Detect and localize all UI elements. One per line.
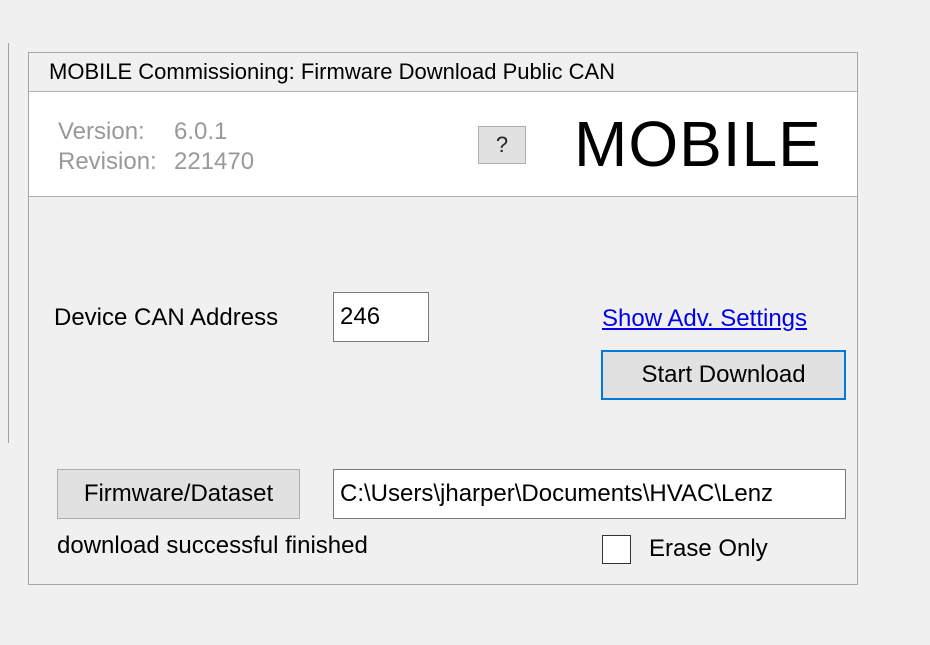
firmware-path-input[interactable] (333, 469, 846, 519)
erase-only-label[interactable]: Erase Only (649, 534, 768, 564)
can-address-input[interactable] (333, 292, 429, 342)
erase-only-option[interactable]: Erase Only (602, 534, 768, 564)
can-address-label: Device CAN Address (54, 304, 279, 331)
version-info: Version: 6.0.1 Revision: 221470 (58, 117, 254, 177)
help-button[interactable]: ? (478, 126, 526, 164)
show-adv-settings-link[interactable]: Show Adv. Settings (602, 304, 807, 334)
status-text: download successful finished (57, 532, 368, 559)
firmware-dataset-button[interactable]: Firmware/Dataset (57, 469, 300, 519)
start-download-button[interactable]: Start Download (601, 350, 846, 400)
revision-value: 221470 (174, 148, 255, 175)
left-window-edge (8, 43, 9, 443)
mobile-logo: MOBILE (574, 108, 822, 180)
header-panel: Version: 6.0.1 Revision: 221470 ? MOBILE (29, 92, 857, 197)
version-value: 6.0.1 (174, 118, 228, 145)
window-title: MOBILE Commissioning: Firmware Download … (29, 53, 857, 92)
commissioning-window: MOBILE Commissioning: Firmware Download … (28, 52, 858, 585)
erase-only-checkbox[interactable] (602, 534, 631, 564)
revision-label: Revision: (58, 148, 157, 175)
version-label: Version: (58, 118, 145, 145)
